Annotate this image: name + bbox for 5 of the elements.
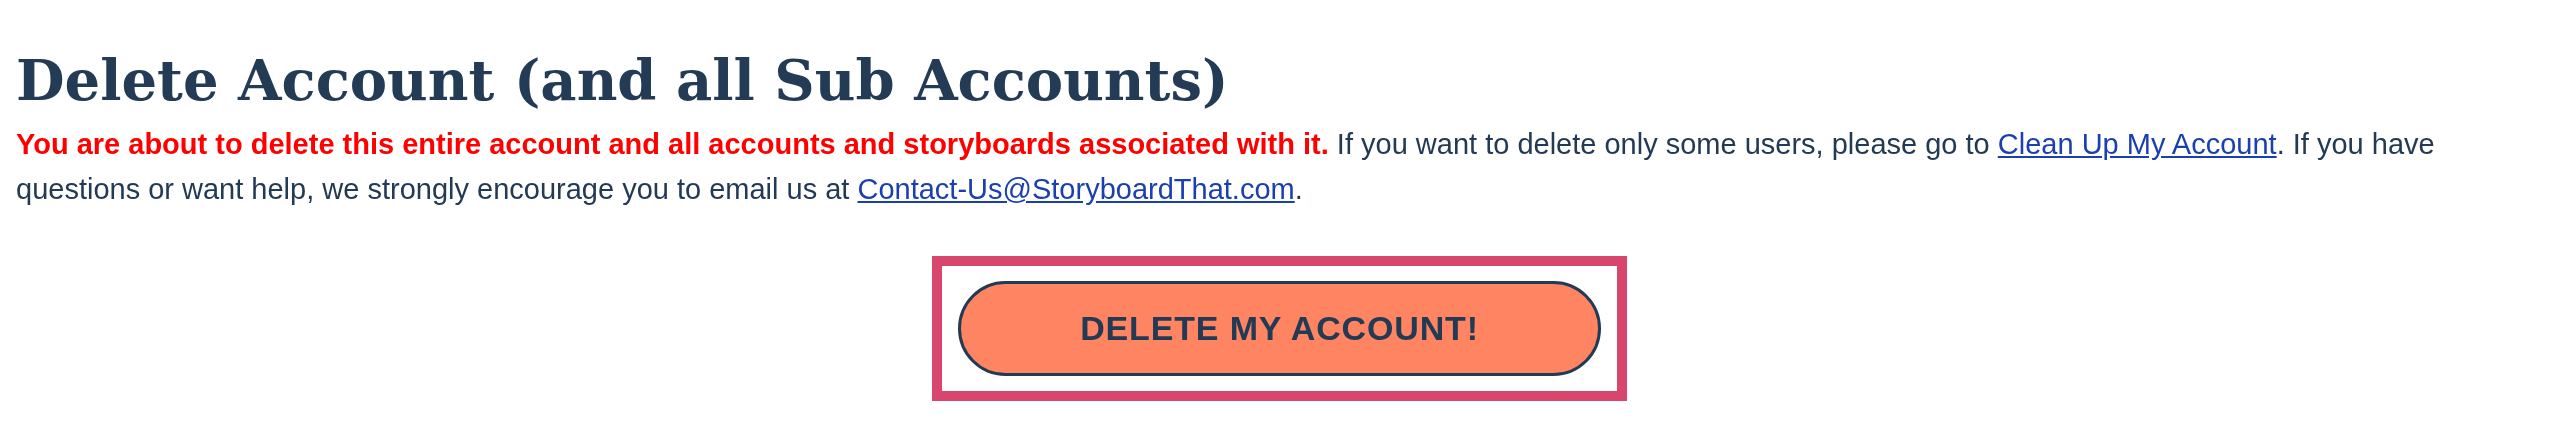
text-link[interactable]: Clean Up My Account xyxy=(1997,128,2277,160)
text-link[interactable]: Contact-Us@StoryboardThat.com xyxy=(857,173,1295,205)
warning-paragraph: You are about to delete this entire account and all accounts and storyboards associated with it. If you want to delete only some users, please go to Clean Up My Account. If you have questions or want help, we strongly encourage you to email us at Contact-Us@StoryboardThat.com. xyxy=(15,127,2436,207)
delete-account-button[interactable]: DELETE MY ACCOUNT! xyxy=(958,281,1601,376)
page-title: Delete Account (and all Sub Accounts) xyxy=(15,46,1230,115)
